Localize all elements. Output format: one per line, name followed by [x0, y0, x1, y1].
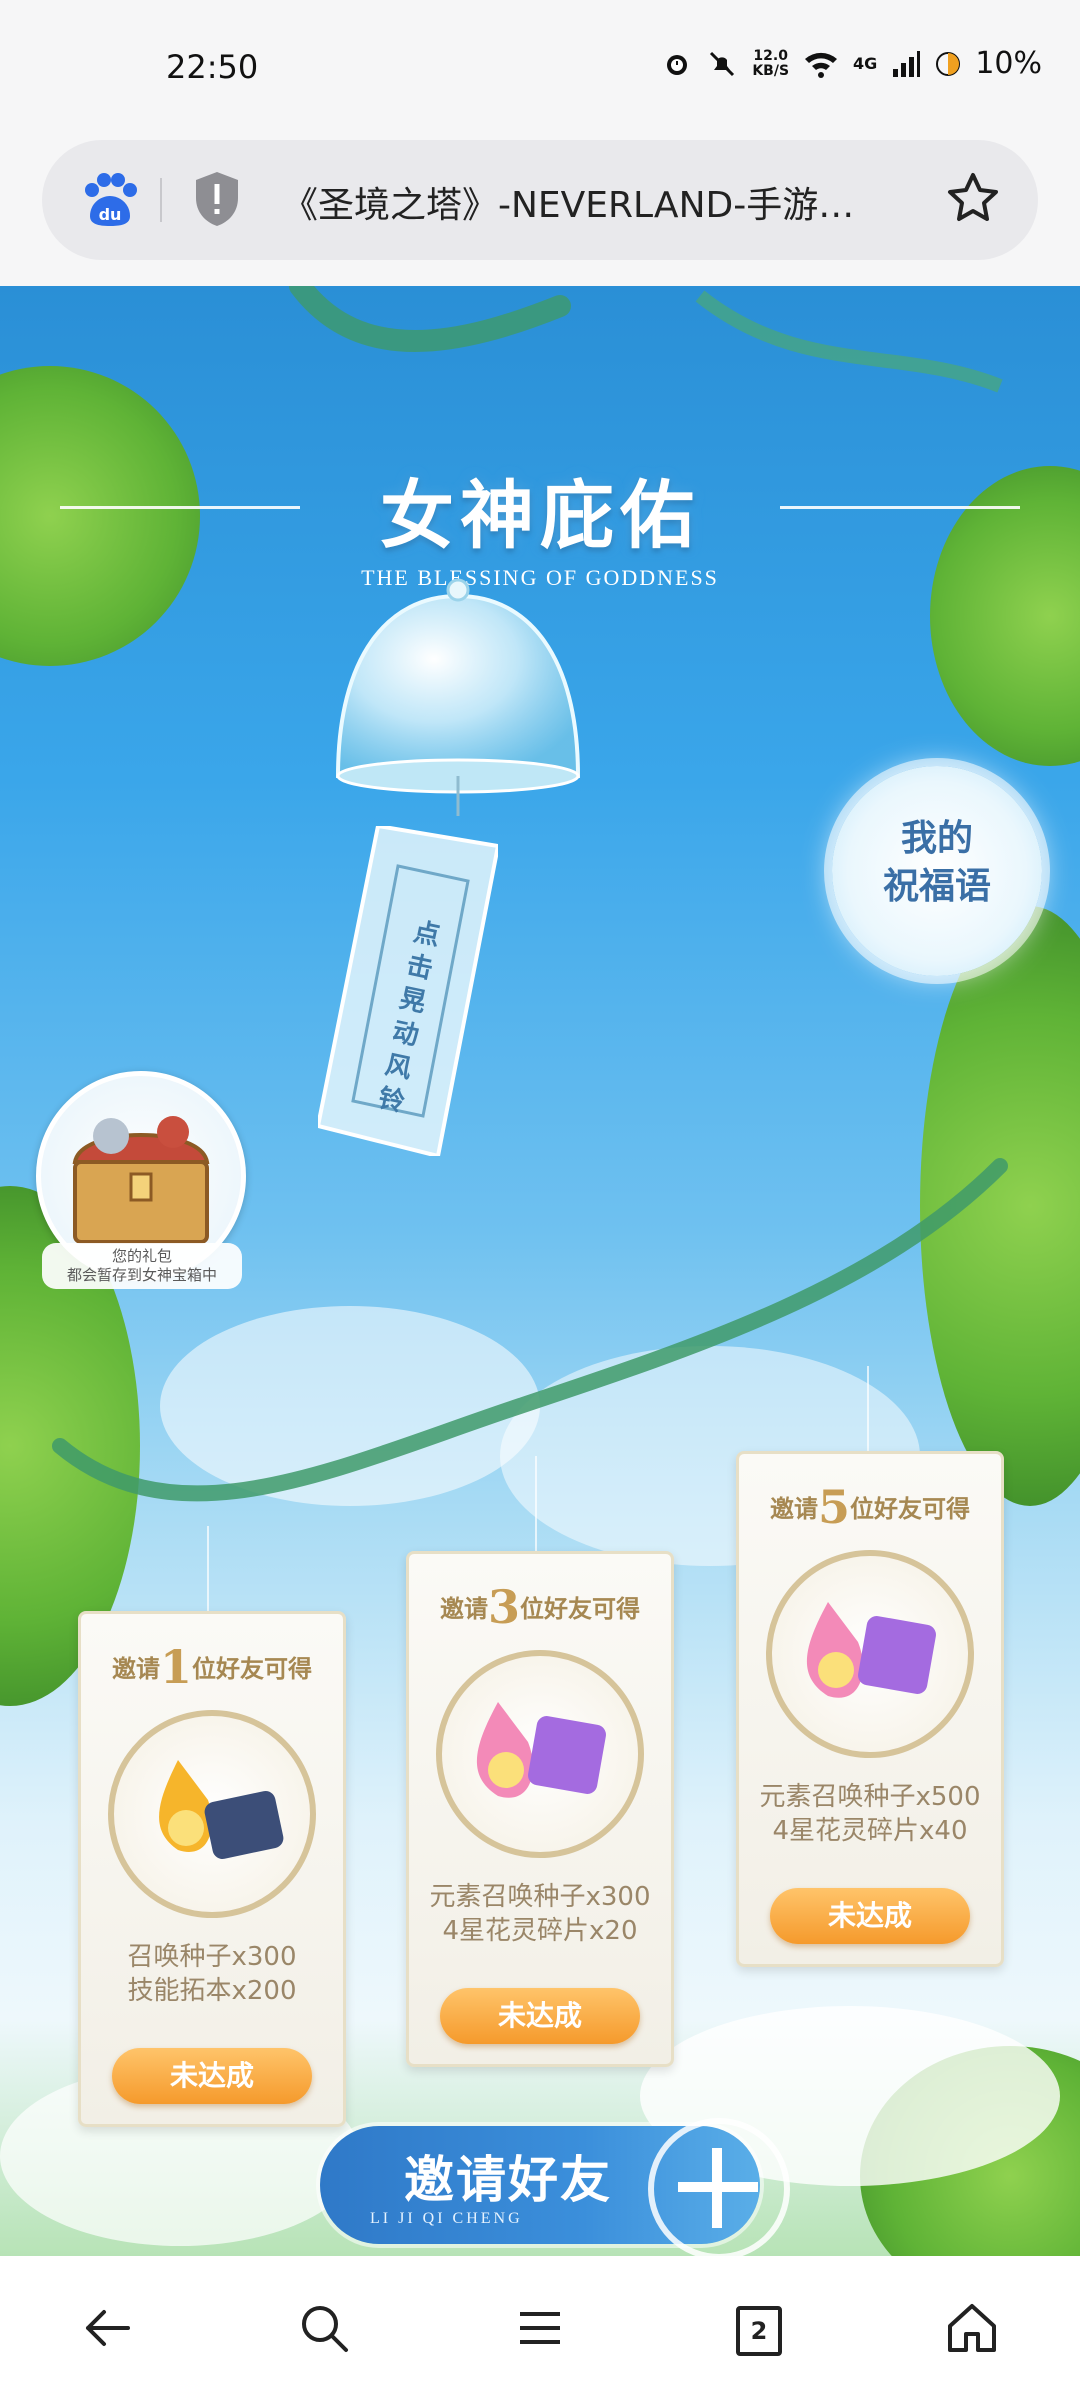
bookmark-star-icon[interactable] [944, 170, 1002, 228]
summon-seed-icon [159, 1760, 284, 1859]
reward-card-1: 邀请1位好友可得 召唤种子x300 技能拓本x200 未达成 [78, 1611, 346, 2127]
heading-pre: 邀请 [439, 1594, 488, 1623]
signal-icon [893, 50, 921, 77]
reward-card-heading: 邀请3位好友可得 [409, 1580, 671, 1634]
goddess-treasure-chest[interactable]: 您的礼包 都会暂存到女神宝箱中 [36, 1071, 246, 1291]
reward-card-3: 邀请5位好友可得 元素召唤种子x500 4星花灵碎片x40 未达成 [736, 1451, 1004, 1967]
reward-card-heading: 邀请5位好友可得 [739, 1480, 1001, 1534]
event-title: 女神庇佑 THE BLESSING OF GODDNESS [0, 456, 1080, 591]
reward-icon-ring [436, 1650, 644, 1858]
heading-post: 位好友可得 [850, 1494, 970, 1523]
event-title-main: 女神庇佑 [380, 473, 700, 559]
heading-count: 1 [159, 1640, 192, 1694]
reward-item-line2: 4星花灵碎片x40 [772, 1816, 968, 1846]
element-seed-icon [476, 1702, 606, 1798]
search-icon[interactable] [294, 2298, 354, 2358]
heading-pre: 邀请 [769, 1494, 818, 1523]
battery-icon [936, 51, 961, 76]
reward-item-line2: 技能拓本x200 [127, 1976, 297, 2006]
back-arrow-icon[interactable] [78, 2298, 138, 2358]
reward-items: 元素召唤种子x300 4星花灵碎片x20 [409, 1880, 671, 1948]
claim-button[interactable]: 未达成 [440, 1988, 640, 2044]
heading-count: 3 [487, 1580, 520, 1634]
my-blessing-button[interactable]: 我的 祝福语 [832, 766, 1042, 976]
tabs-count: 2 [750, 2317, 768, 2345]
reward-card-heading: 邀请1位好友可得 [81, 1640, 343, 1694]
status-bar: 22:50 12.0 KB/S 4G 10% [0, 0, 1080, 138]
heading-pre: 邀请 [111, 1654, 160, 1683]
menu-icon[interactable] [510, 2298, 570, 2358]
heading-post: 位好友可得 [520, 1594, 640, 1623]
speed-unit: KB/S [752, 62, 790, 79]
reward-item-line1: 召唤种子x300 [127, 1942, 297, 1972]
heading-count: 5 [817, 1480, 850, 1534]
claim-button[interactable]: 未达成 [112, 2048, 312, 2104]
page-title-text[interactable]: 《圣境之塔》-NEVERLAND-手游… [282, 176, 942, 228]
claim-button[interactable]: 未达成 [770, 1888, 970, 1944]
svg-text:du: du [99, 205, 122, 224]
reward-item-line1: 元素召唤种子x500 [759, 1782, 981, 1812]
blessing-line2: 祝福语 [882, 865, 991, 907]
reward-items: 召唤种子x300 技能拓本x200 [81, 1940, 343, 2008]
game-webview: 女神庇佑 THE BLESSING OF GODDNESS 点击晃动风铃 我的 … [0, 286, 1080, 2256]
reward-icon-ring [766, 1550, 974, 1758]
address-bar[interactable]: du 《圣境之塔》-NEVERLAND-手游… [42, 140, 1038, 260]
reward-icon-ring [108, 1710, 316, 1918]
shield-icon[interactable] [192, 170, 242, 228]
invite-friends-button[interactable]: 邀请好友 LI JI QI CHENG [320, 2118, 790, 2256]
reward-item-line2: 4星花灵碎片x20 [442, 1916, 638, 1946]
status-time: 22:50 [166, 48, 259, 86]
home-icon[interactable] [942, 2298, 1002, 2358]
network-type: 4G [853, 54, 878, 73]
blessing-line1: 我的 [900, 817, 973, 859]
invite-sublabel: LI JI QI CHENG [370, 2210, 523, 2227]
address-divider [160, 178, 162, 222]
alarm-icon [667, 54, 688, 75]
chest-hint: 您的礼包 都会暂存到女神宝箱中 [42, 1243, 242, 1289]
mute-icon [710, 51, 735, 76]
tabs-count-box: 2 [736, 2306, 782, 2356]
wind-chime-talisman[interactable]: 点击晃动风铃 [318, 826, 498, 1156]
reward-card-2: 邀请3位好友可得 元素召唤种子x300 4星花灵碎片x20 未达成 [406, 1551, 674, 2067]
browser-bottom-nav: 2 [0, 2256, 1080, 2400]
reward-item-line1: 元素召唤种子x300 [429, 1882, 651, 1912]
battery-percent: 10% [975, 46, 1042, 81]
reward-items: 元素召唤种子x500 4星花灵碎片x40 [739, 1780, 1001, 1848]
wifi-icon [805, 52, 838, 78]
plus-icon[interactable] [648, 2118, 790, 2256]
element-seed-icon [806, 1602, 936, 1698]
network-speed: 12.0 KB/S [752, 47, 790, 79]
chest-hint-line2: 都会暂存到女神宝箱中 [66, 1266, 217, 1284]
baidu-logo-icon[interactable]: du [78, 168, 142, 232]
status-icons: 12.0 KB/S 4G 10% [662, 46, 1042, 81]
wind-chime-bell[interactable] [318, 576, 598, 816]
blessing-label: 我的 祝福语 [832, 814, 1042, 910]
tabs-button[interactable]: 2 [726, 2298, 786, 2358]
chest-hint-line1: 您的礼包 [111, 1247, 172, 1265]
speed-value: 12.0 [753, 47, 788, 64]
heading-post: 位好友可得 [192, 1654, 312, 1683]
invite-label: 邀请好友 [404, 2150, 612, 2209]
